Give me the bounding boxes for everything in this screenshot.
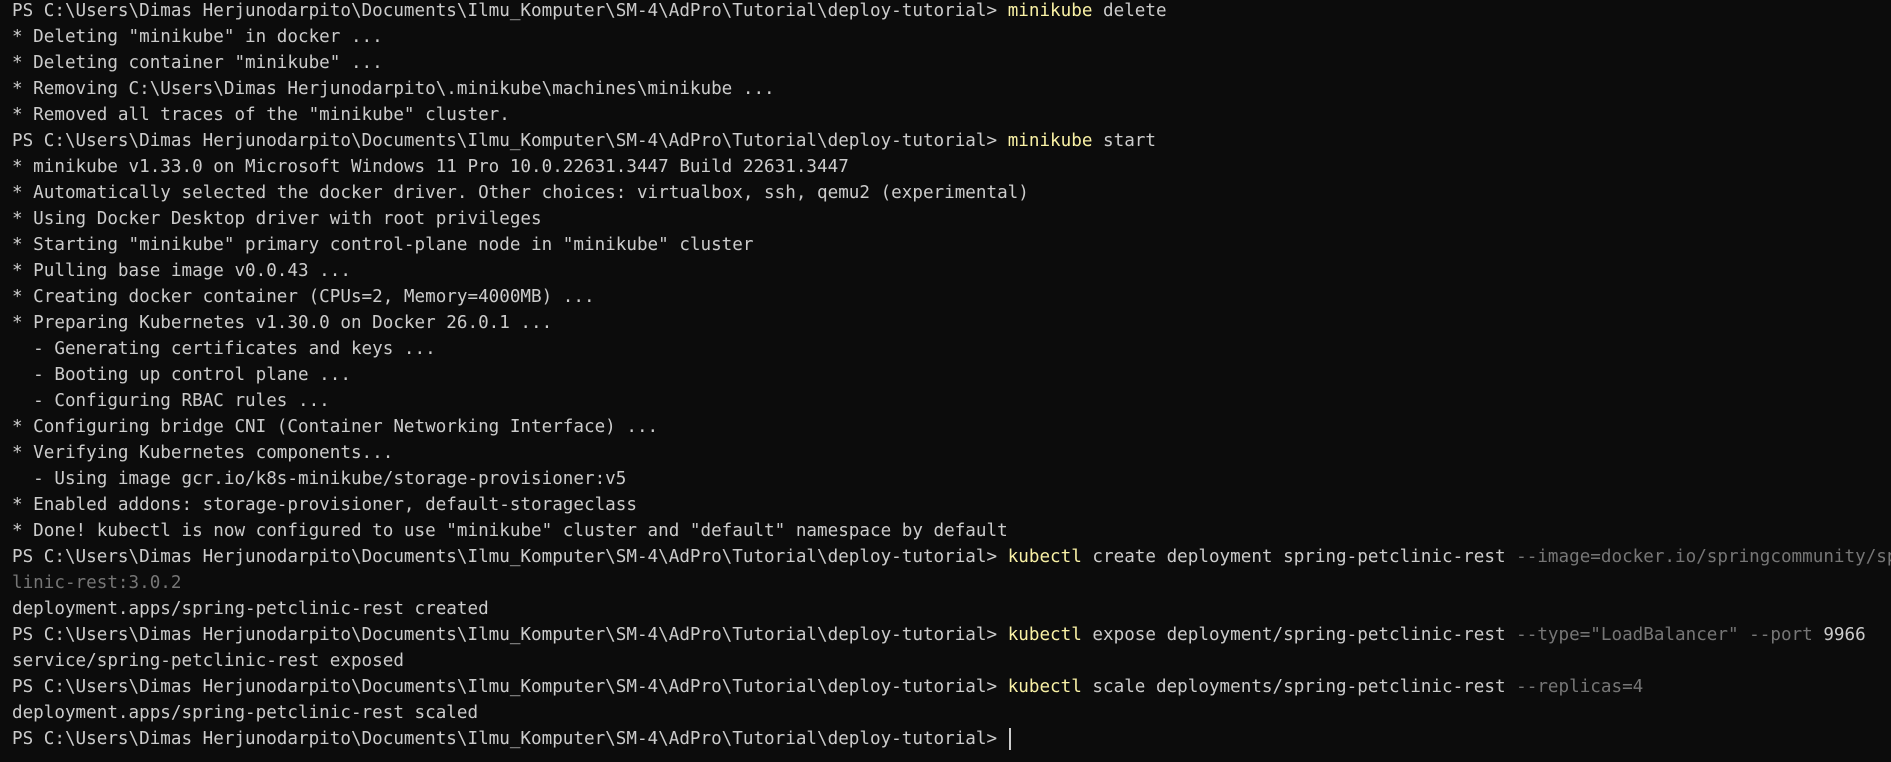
shell-prompt: PS C:\Users\Dimas Herjunodarpito\Documen…	[12, 547, 1008, 567]
output-line: service/spring-petclinic-rest exposed	[12, 648, 1879, 674]
command-args: scale deployments/spring-petclinic-rest	[1081, 677, 1517, 697]
output-line: * Deleting "minikube" in docker ...	[12, 24, 1879, 50]
output-line: - Using image gcr.io/k8s-minikube/storag…	[12, 466, 1879, 492]
command-args: create deployment spring-petclinic-rest	[1081, 547, 1517, 567]
output-text: * Deleting "minikube" in docker ...	[12, 27, 383, 47]
output-text: * Using Docker Desktop driver with root …	[12, 209, 542, 229]
shell-prompt: PS C:\Users\Dimas Herjunodarpito\Documen…	[12, 1, 1008, 21]
command-name: kubectl	[1007, 625, 1082, 645]
output-line: * Using Docker Desktop driver with root …	[12, 206, 1879, 232]
wrapped-line: linic-rest:3.0.2	[12, 570, 1879, 596]
output-text: deployment.apps/spring-petclinic-rest sc…	[12, 703, 479, 723]
wrapped-param: linic-rest:3.0.2	[12, 573, 182, 593]
output-text: * Enabled addons: storage-provisioner, d…	[12, 495, 637, 515]
output-text: deployment.apps/spring-petclinic-rest cr…	[12, 599, 489, 619]
output-text: * Removing C:\Users\Dimas Herjunodarpito…	[12, 79, 775, 99]
output-text: * Deleting container "minikube" ...	[12, 53, 383, 73]
output-text: * Creating docker container (CPUs=2, Mem…	[12, 287, 595, 307]
output-text: * Removed all traces of the "minikube" c…	[12, 105, 510, 125]
command-name: kubectl	[1007, 547, 1082, 567]
output-line: deployment.apps/spring-petclinic-rest cr…	[12, 596, 1879, 622]
shell-prompt: PS C:\Users\Dimas Herjunodarpito\Documen…	[12, 729, 1008, 749]
output-text: - Generating certificates and keys ...	[12, 339, 436, 359]
output-line: * Automatically selected the docker driv…	[12, 180, 1879, 206]
output-text: service/spring-petclinic-rest exposed	[12, 651, 404, 671]
output-text: * Starting "minikube" primary control-pl…	[12, 235, 754, 255]
command-param: --image=docker.io/springcommunity/spring…	[1516, 547, 1891, 567]
output-line: * Done! kubectl is now configured to use…	[12, 518, 1879, 544]
output-line: * Starting "minikube" primary control-pl…	[12, 232, 1879, 258]
command-name: minikube	[1007, 1, 1093, 21]
output-line: - Booting up control plane ...	[12, 362, 1879, 388]
output-line: deployment.apps/spring-petclinic-rest sc…	[12, 700, 1879, 726]
shell-prompt: PS C:\Users\Dimas Herjunodarpito\Documen…	[12, 677, 1008, 697]
output-line: * Pulling base image v0.0.43 ...	[12, 258, 1879, 284]
output-text: - Using image gcr.io/k8s-minikube/storag…	[12, 469, 627, 489]
shell-prompt: PS C:\Users\Dimas Herjunodarpito\Documen…	[12, 131, 1008, 151]
output-text: * Done! kubectl is now configured to use…	[12, 521, 1008, 541]
command-line: PS C:\Users\Dimas Herjunodarpito\Documen…	[12, 622, 1879, 648]
output-line: * Removing C:\Users\Dimas Herjunodarpito…	[12, 76, 1879, 102]
shell-prompt: PS C:\Users\Dimas Herjunodarpito\Documen…	[12, 625, 1008, 645]
output-line: * minikube v1.33.0 on Microsoft Windows …	[12, 154, 1879, 180]
command-line: PS C:\Users\Dimas Herjunodarpito\Documen…	[12, 674, 1879, 700]
text-cursor[interactable]	[1008, 728, 1011, 750]
command-args: delete	[1092, 1, 1167, 21]
output-text: - Booting up control plane ...	[12, 365, 351, 385]
output-text: * minikube v1.33.0 on Microsoft Windows …	[12, 157, 849, 177]
command-name: kubectl	[1007, 677, 1082, 697]
command-param: --type="LoadBalancer" --port	[1516, 625, 1813, 645]
output-line: * Enabled addons: storage-provisioner, d…	[12, 492, 1879, 518]
output-line: * Creating docker container (CPUs=2, Mem…	[12, 284, 1879, 310]
command-args: start	[1092, 131, 1156, 151]
command-name: minikube	[1007, 131, 1093, 151]
command-line: PS C:\Users\Dimas Herjunodarpito\Documen…	[12, 544, 1891, 570]
command-number: 9966	[1812, 625, 1866, 645]
output-line: * Verifying Kubernetes components...	[12, 440, 1879, 466]
command-line: PS C:\Users\Dimas Herjunodarpito\Documen…	[12, 128, 1879, 154]
output-line: * Removed all traces of the "minikube" c…	[12, 102, 1879, 128]
command-line: PS C:\Users\Dimas Herjunodarpito\Documen…	[12, 0, 1879, 24]
output-line: - Configuring RBAC rules ...	[12, 388, 1879, 414]
output-line: * Configuring bridge CNI (Container Netw…	[12, 414, 1879, 440]
output-text: * Automatically selected the docker driv…	[12, 183, 1029, 203]
active-prompt-line: PS C:\Users\Dimas Herjunodarpito\Documen…	[12, 726, 1879, 752]
command-param: --replicas=4	[1516, 677, 1644, 697]
command-args: expose deployment/spring-petclinic-rest	[1081, 625, 1517, 645]
output-text: * Verifying Kubernetes components...	[12, 443, 394, 463]
output-line: * Deleting container "minikube" ...	[12, 50, 1879, 76]
output-text: * Preparing Kubernetes v1.30.0 on Docker…	[12, 313, 553, 333]
output-text: * Configuring bridge CNI (Container Netw…	[12, 417, 659, 437]
terminal-window[interactable]: PS C:\Users\Dimas Herjunodarpito\Documen…	[0, 0, 1891, 762]
output-text: - Configuring RBAC rules ...	[12, 391, 330, 411]
output-line: - Generating certificates and keys ...	[12, 336, 1879, 362]
output-text: * Pulling base image v0.0.43 ...	[12, 261, 351, 281]
output-line: * Preparing Kubernetes v1.30.0 on Docker…	[12, 310, 1879, 336]
